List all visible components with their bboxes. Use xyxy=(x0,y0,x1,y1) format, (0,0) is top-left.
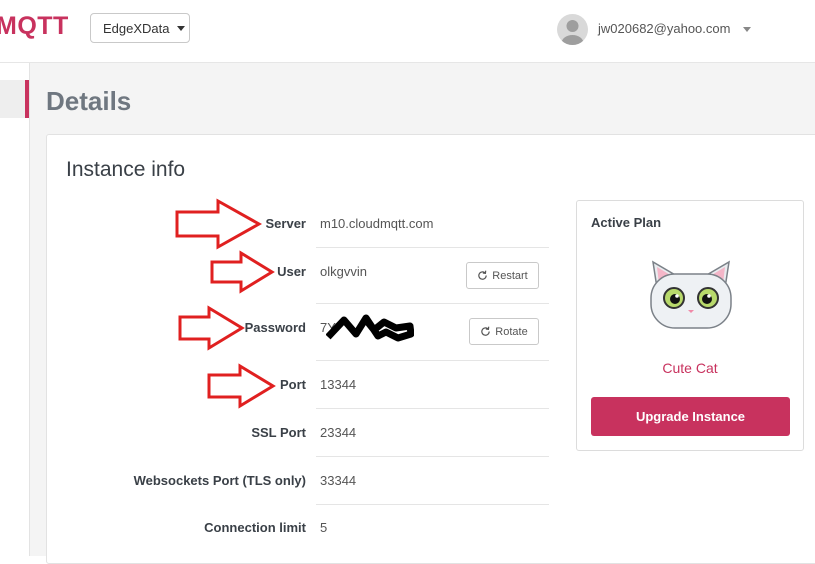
port-value: 13344 xyxy=(320,377,357,392)
red-arrow-user-icon xyxy=(210,250,275,294)
plan-name: Cute Cat xyxy=(662,360,718,376)
rotate-button-label: Rotate xyxy=(495,325,528,338)
upgrade-instance-button[interactable]: Upgrade Instance xyxy=(591,397,790,436)
brand-logo[interactable]: MQTT xyxy=(0,12,69,41)
divider xyxy=(316,247,549,248)
divider xyxy=(316,504,549,505)
page-title: Details xyxy=(46,86,132,116)
cat-mascot-icon xyxy=(650,260,732,329)
restart-button[interactable]: Restart xyxy=(466,262,539,289)
websockets-port-value: 33344 xyxy=(320,473,357,488)
divider xyxy=(316,456,549,457)
websockets-port-label: Websockets Port (TLS only) xyxy=(133,473,306,488)
user-silhouette-icon xyxy=(561,20,584,45)
red-arrow-password-icon xyxy=(178,305,245,351)
instance-selector[interactable]: EdgeXData xyxy=(90,13,190,43)
user-value: olkgvvin xyxy=(320,264,367,279)
ssl-port-label: SSL Port xyxy=(251,425,306,440)
sidebar-active-indicator xyxy=(25,80,29,118)
divider xyxy=(316,303,549,304)
card-title: Instance info xyxy=(66,158,186,181)
user-menu[interactable]: jw020682@yahoo.com xyxy=(598,21,730,36)
rotate-button[interactable]: Rotate xyxy=(469,318,539,345)
instance-selector-label: EdgeXData xyxy=(103,21,170,36)
password-label: Password xyxy=(244,320,306,335)
red-arrow-port-icon xyxy=(207,363,276,409)
rotate-icon xyxy=(481,326,491,336)
restart-button-label: Restart xyxy=(492,269,528,282)
server-value: m10.cloudmqtt.com xyxy=(320,216,434,231)
avatar[interactable] xyxy=(557,14,588,45)
divider xyxy=(316,408,549,409)
red-arrow-server-icon xyxy=(175,198,262,250)
refresh-icon xyxy=(478,270,488,280)
ssl-port-value: 23344 xyxy=(320,425,357,440)
connection-limit-value: 5 xyxy=(320,520,328,535)
redaction-scribble xyxy=(326,314,414,342)
divider xyxy=(316,360,549,361)
chevron-down-icon xyxy=(177,26,185,31)
connection-limit-label: Connection limit xyxy=(204,520,306,535)
sidebar-item-active[interactable] xyxy=(0,80,25,118)
user-menu-chevron-icon[interactable] xyxy=(743,27,751,32)
active-plan-title: Active Plan xyxy=(591,215,662,230)
